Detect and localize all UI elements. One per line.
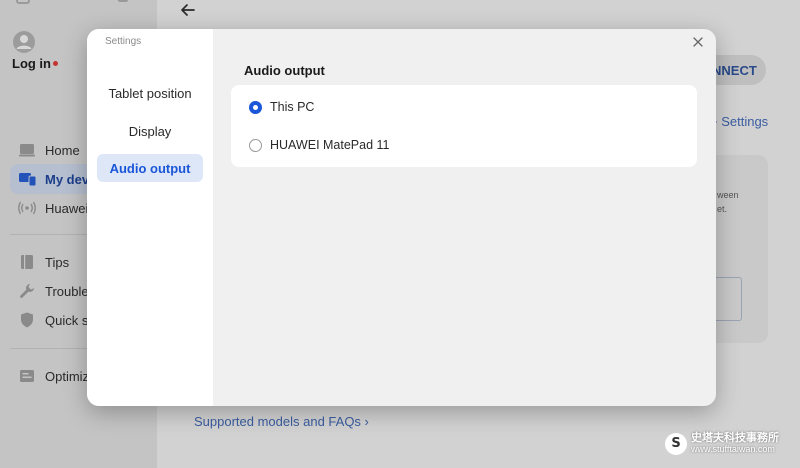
watermark-logo-icon: S bbox=[665, 432, 687, 455]
wireless-icon bbox=[18, 199, 36, 217]
settings-tab-audio-output[interactable]: Audio output bbox=[97, 154, 203, 182]
window-control-icon bbox=[118, 0, 128, 2]
audio-output-options: This PC HUAWEI MatePad 11 bbox=[231, 85, 697, 167]
book-icon bbox=[18, 253, 36, 271]
settings-nav: Settings Tablet position Display Audio o… bbox=[87, 29, 213, 406]
sidebar-item-label: My devi bbox=[45, 171, 93, 187]
sidebar-item-huawei[interactable]: Huawei bbox=[18, 198, 88, 218]
sidebar-item-tips[interactable]: Tips bbox=[18, 252, 69, 272]
sidebar-item-optimize[interactable]: Optimiz bbox=[18, 366, 89, 386]
devices-icon bbox=[18, 170, 36, 188]
sidebar-item-troubleshoot[interactable]: Troubles bbox=[18, 281, 95, 301]
sidebar-item-label: Optimiz bbox=[45, 368, 90, 384]
card-illustration bbox=[712, 277, 742, 321]
optimize-icon bbox=[18, 367, 36, 385]
radio-selected-icon[interactable] bbox=[249, 100, 262, 114]
radio-unselected-icon[interactable] bbox=[249, 138, 262, 152]
login-link[interactable]: Log in bbox=[12, 56, 51, 71]
avatar-icon[interactable] bbox=[12, 30, 36, 54]
card-text: et. bbox=[717, 204, 728, 214]
sidebar-item-quick-services[interactable]: Quick se bbox=[18, 310, 96, 330]
sidebar-item-label: Huawei bbox=[45, 200, 89, 216]
window-control-icon bbox=[16, 0, 30, 4]
notification-dot bbox=[53, 61, 58, 66]
option-label: HUAWEI MatePad 11 bbox=[270, 138, 390, 152]
section-title: Audio output bbox=[244, 63, 325, 78]
card-text: ween bbox=[717, 190, 739, 200]
watermark-text: 史塔夫科技事務所 bbox=[691, 432, 779, 444]
settings-dialog: Settings Tablet position Display Audio o… bbox=[87, 29, 716, 406]
audio-option-this-pc[interactable]: This PC bbox=[249, 97, 314, 117]
wrench-icon bbox=[18, 282, 36, 300]
sidebar-item-label: Tips bbox=[45, 254, 70, 270]
option-label: This PC bbox=[270, 100, 315, 114]
sidebar-item-home[interactable]: Home bbox=[18, 140, 80, 160]
watermark: S 史塔夫科技事務所 www.stufftaiwan.com bbox=[665, 432, 779, 455]
supported-models-faq-link[interactable]: Supported models and FAQs › bbox=[194, 414, 369, 429]
laptop-icon bbox=[18, 141, 36, 159]
settings-link[interactable]: + Settings bbox=[710, 114, 768, 129]
settings-tab-tablet-position[interactable]: Tablet position bbox=[97, 79, 203, 107]
shield-icon bbox=[18, 311, 36, 329]
settings-tab-display[interactable]: Display bbox=[97, 117, 203, 145]
back-arrow-icon[interactable] bbox=[178, 0, 198, 20]
audio-option-matepad[interactable]: HUAWEI MatePad 11 bbox=[249, 135, 390, 155]
dialog-title: Settings bbox=[105, 36, 142, 47]
close-icon[interactable] bbox=[690, 34, 706, 50]
watermark-url: www.stufftaiwan.com bbox=[691, 444, 775, 454]
sidebar-item-label: Home bbox=[45, 142, 80, 158]
